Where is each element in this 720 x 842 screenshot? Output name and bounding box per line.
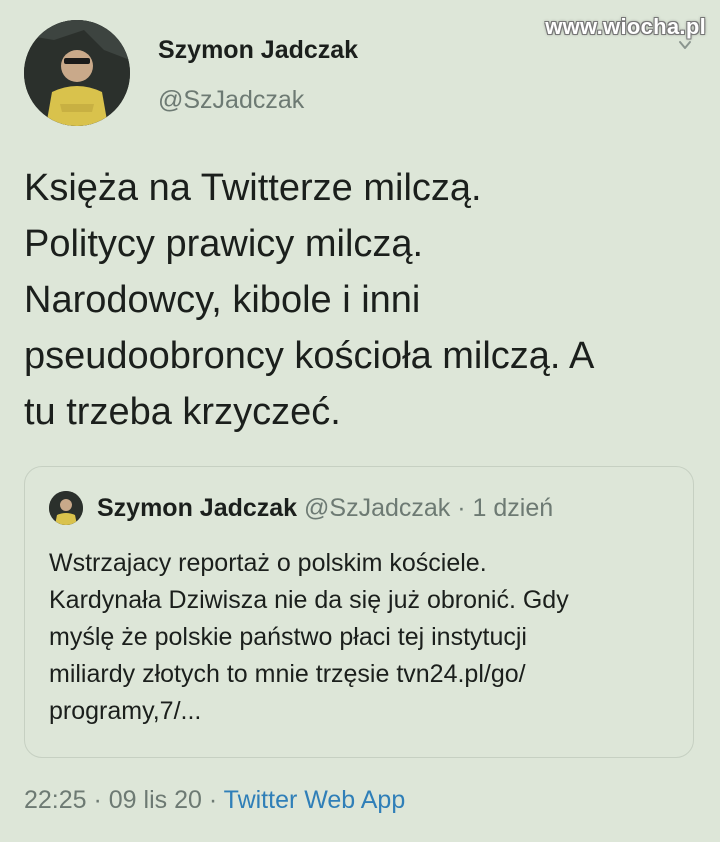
tweet-text: Księża na Twitterze milczą. Politycy pra…: [24, 160, 704, 440]
tweet-footer: 22:25 · 09 lis 20 · Twitter Web App: [24, 786, 405, 815]
tweet-line: Narodowcy, kibole i inni: [24, 279, 421, 321]
quoted-timestamp[interactable]: 1 dzień: [473, 494, 554, 522]
quoted-tweet-card[interactable]: Szymon Jadczak @SzJadczak · 1 dzień Wstr…: [24, 466, 694, 758]
tweet-line: tu trzeba krzyczeć.: [24, 391, 341, 433]
quoted-avatar-image: [49, 491, 83, 525]
watermark: www.wiocha.pl: [545, 14, 706, 39]
meta-separator: ·: [201, 786, 224, 814]
source-app-link[interactable]: Twitter Web App: [224, 786, 406, 814]
avatar[interactable]: [24, 20, 130, 126]
quoted-author-name[interactable]: Szymon Jadczak: [97, 494, 297, 522]
chevron-down-icon[interactable]: [678, 38, 692, 52]
tweet-time[interactable]: 22:25: [24, 786, 87, 814]
quoted-line: programy,7/...: [49, 697, 202, 725]
author-name[interactable]: Szymon Jadczak: [158, 36, 358, 65]
tweet-line: Politycy prawicy milczą.: [24, 223, 424, 265]
tweet-date[interactable]: 09 lis 20: [109, 786, 202, 814]
quoted-header: Szymon Jadczak @SzJadczak · 1 dzień: [97, 494, 553, 523]
quoted-line: myślę że polskie państwo płaci tej insty…: [49, 623, 527, 651]
tweet-line: pseudoobroncy kościoła milczą. A: [24, 335, 595, 377]
quoted-author-handle[interactable]: @SzJadczak: [304, 494, 450, 522]
quoted-line: miliardy złotych to mnie trzęsie tvn24.p…: [49, 660, 526, 688]
meta-separator: ·: [450, 494, 473, 522]
quoted-line: Wstrzajacy reportaż o polskim kościele.: [49, 549, 487, 577]
author-handle[interactable]: @SzJadczak: [158, 86, 304, 115]
tweet-line: Księża na Twitterze milczą.: [24, 167, 482, 209]
quoted-avatar[interactable]: [49, 491, 83, 525]
avatar-image: [24, 20, 130, 126]
quoted-line: Kardynała Dziwisza nie da się już obroni…: [49, 586, 569, 614]
quoted-text: Wstrzajacy reportaż o polskim kościele. …: [49, 545, 679, 730]
meta-separator: ·: [86, 786, 109, 814]
